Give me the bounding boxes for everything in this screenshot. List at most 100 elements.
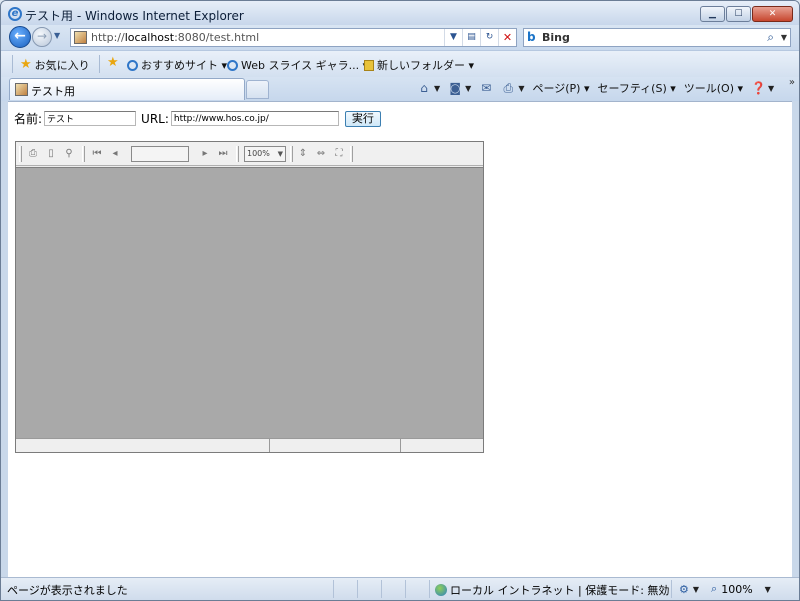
stop-icon[interactable]: ✕ xyxy=(498,29,516,46)
recent-pages-dropdown-icon[interactable]: ▼ xyxy=(54,31,60,40)
tab-row: テスト用 ⌂ ▼ ◙ ▼ ✉ ⎙ ▼ ページ(P) ▾ セーフティ(S) ▾ ツール(… xyxy=(1,77,799,101)
status-separator xyxy=(405,580,406,598)
fav-item-label: 新しいフォルダー ▾ xyxy=(377,59,475,72)
help-button[interactable]: ❓ ▼ xyxy=(751,81,774,95)
zoom-magnifier-icon: ⌕ xyxy=(711,582,718,595)
form-row: 名前: URL: 実行 xyxy=(14,110,381,127)
forward-button[interactable]: → xyxy=(32,27,52,47)
security-zone[interactable]: ローカル イントラネット | 保護モード: 無効 xyxy=(435,582,669,598)
last-page-icon[interactable]: ⏭ xyxy=(216,147,230,161)
page-number-input[interactable] xyxy=(131,146,189,162)
ie-mini-icon xyxy=(127,59,138,71)
fav-item-web-slice-gallery[interactable]: Web スライス ギャラ... ▾ xyxy=(227,57,368,73)
status-right: ⚙ ▼ ⌕ 100% ▼ xyxy=(679,582,771,596)
url-label: URL: xyxy=(141,111,169,126)
fav-item-new-folder[interactable]: 新しいフォルダー ▾ xyxy=(364,57,474,73)
bing-icon: b xyxy=(527,30,536,44)
tab-test[interactable]: テスト用 xyxy=(9,78,245,100)
tools-menu[interactable]: ツール(O) ▾ xyxy=(684,80,743,96)
zoom-dropdown-icon[interactable]: ▼ xyxy=(278,147,283,161)
toolbar-separator xyxy=(82,146,85,162)
next-page-icon[interactable]: ▸ xyxy=(198,147,212,161)
printer-icon: ⎙ xyxy=(503,81,514,95)
popup-blocker-icon[interactable]: ⚙ xyxy=(679,583,689,596)
print-button[interactable]: ⎙ ▼ xyxy=(501,81,525,95)
page-icon xyxy=(74,31,87,44)
report-viewer: ⎙ ▯ ⚲ ⏮ ◂ ▸ ⏭ 100% ▼ ⇕ ⇔ ⛶ xyxy=(15,141,484,453)
home-button[interactable]: ⌂ ▼ xyxy=(417,81,440,95)
rss-icon: ◙ xyxy=(449,81,461,95)
new-tab-button[interactable] xyxy=(246,80,269,99)
first-page-icon[interactable]: ⏮ xyxy=(90,147,104,161)
status-separator xyxy=(333,580,334,598)
name-input[interactable] xyxy=(44,111,137,126)
prev-page-icon[interactable]: ◂ xyxy=(108,147,122,161)
toolbar-separator xyxy=(99,55,100,73)
viewer-canvas[interactable] xyxy=(16,167,483,438)
page-setup-icon[interactable]: ▯ xyxy=(44,147,58,161)
window-title: テスト用 - Windows Internet Explorer xyxy=(25,9,244,23)
find-binoculars-icon[interactable]: ⚲ xyxy=(62,147,76,161)
name-label: 名前: xyxy=(14,112,43,126)
toolbar-grip xyxy=(12,55,13,73)
viewer-status-segment xyxy=(270,439,401,452)
intranet-globe-icon xyxy=(435,584,447,596)
search-box[interactable]: b Bing ⌕ ▼ xyxy=(523,28,791,47)
feeds-button[interactable]: ◙ ▼ xyxy=(448,81,471,95)
refresh-icon[interactable]: ↻ xyxy=(480,29,498,46)
page-menu[interactable]: ページ(P) ▾ xyxy=(532,80,589,96)
tab-label: テスト用 xyxy=(31,85,75,98)
print-icon[interactable]: ⎙ xyxy=(26,147,40,161)
compat-view-icon[interactable]: ▤ xyxy=(462,29,480,46)
minimize-button[interactable]: ▁ xyxy=(700,6,725,22)
zoom-select[interactable]: 100% ▼ xyxy=(244,146,286,162)
help-dropdown-icon[interactable]: ▼ xyxy=(768,84,774,93)
home-dropdown-icon[interactable]: ▼ xyxy=(434,84,440,93)
feeds-dropdown-icon[interactable]: ▼ xyxy=(465,84,471,93)
status-message: ページが表示されました xyxy=(7,584,128,597)
fit-width-icon[interactable]: ⇔ xyxy=(314,147,328,161)
fav-item-label: おすすめサイト ▾ xyxy=(141,59,228,72)
url-rest: :8080/test.html xyxy=(174,31,260,44)
address-input[interactable]: http://localhost:8080/test.html xyxy=(91,31,259,44)
url-prefix: http:// xyxy=(91,31,125,44)
toolbar-separator xyxy=(236,146,239,162)
popup-dropdown-icon[interactable]: ▼ xyxy=(693,585,699,594)
zone-label: ローカル イントラネット | 保護モード: 無効 xyxy=(450,584,670,597)
fav-item-suggested-sites[interactable]: おすすめサイト ▾ xyxy=(127,57,227,73)
fit-page-icon[interactable]: ⛶ xyxy=(332,147,346,161)
search-icon[interactable]: ⌕ xyxy=(767,30,774,45)
favorites-button[interactable]: ★ お気に入り xyxy=(20,57,90,73)
address-tools: ▼ ▤ ↻ ✕ xyxy=(444,29,516,46)
address-dropdown-icon[interactable]: ▼ xyxy=(444,29,462,46)
window-controls: ▁ ☐ ✕ xyxy=(700,6,793,22)
title-bar[interactable]: e テスト用 - Windows Internet Explorer ▁ ☐ ✕ xyxy=(1,1,799,27)
search-input[interactable]: Bing xyxy=(542,31,570,44)
mail-button[interactable]: ✉ xyxy=(479,81,493,95)
home-icon: ⌂ xyxy=(420,81,428,95)
safety-menu[interactable]: セーフティ(S) ▾ xyxy=(597,80,675,96)
url-input[interactable] xyxy=(170,111,339,126)
fav-item-label: Web スライス ギャラ... ▾ xyxy=(241,59,369,72)
mail-icon: ✉ xyxy=(481,81,492,95)
favorites-label: お気に入り xyxy=(34,59,90,72)
toolbar-separator xyxy=(350,146,353,162)
zoom-dropdown-icon[interactable]: ▼ xyxy=(765,585,771,594)
zoom-level[interactable]: 100% xyxy=(721,583,752,596)
add-to-favorites-bar-button[interactable]: ★ xyxy=(107,55,119,70)
back-button[interactable]: ← xyxy=(9,26,31,48)
add-favorite-star-icon: ★ xyxy=(107,55,119,70)
address-bar[interactable]: http://localhost:8080/test.html ▼ ▤ ↻ ✕ xyxy=(70,28,517,47)
zoom-value: 100% xyxy=(247,149,270,158)
favorites-bar: ★ お気に入り ★ おすすめサイト ▾ Web スライス ギャラ... ▾ 新し… xyxy=(1,50,799,77)
help-icon: ❓ xyxy=(751,81,766,95)
print-dropdown-icon[interactable]: ▼ xyxy=(518,84,524,93)
status-separator xyxy=(429,580,430,598)
search-options-dropdown-icon[interactable]: ▼ xyxy=(781,33,787,42)
maximize-button[interactable]: ☐ xyxy=(726,6,751,22)
page-content: 名前: URL: 実行 ⎙ ▯ ⚲ ⏮ ◂ ▸ ⏭ 100% ▼ xyxy=(8,101,792,577)
close-button[interactable]: ✕ xyxy=(752,6,793,22)
execute-button[interactable]: 実行 xyxy=(344,110,381,127)
fit-height-icon[interactable]: ⇕ xyxy=(296,147,310,161)
more-commands-chevron[interactable]: » xyxy=(789,77,795,88)
